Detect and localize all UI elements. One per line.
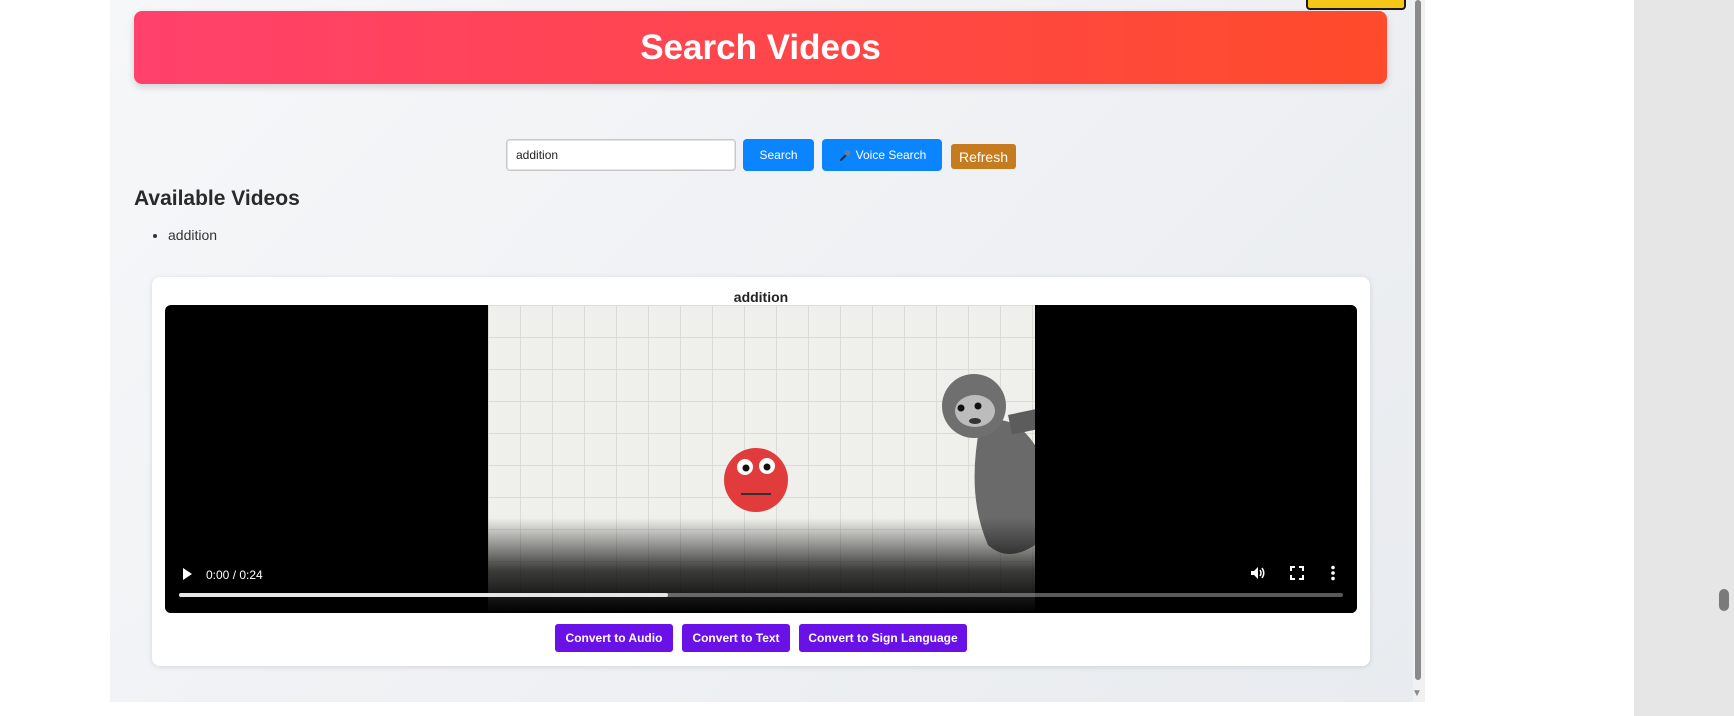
convert-to-audio-label: Convert to Audio xyxy=(565,631,663,645)
time-display: 0:00 / 0:24 xyxy=(206,568,263,582)
header-banner: Search Videos xyxy=(134,11,1387,84)
page-title: Search Videos xyxy=(640,27,881,67)
convert-to-sign-language-label: Convert to Sign Language xyxy=(808,631,958,645)
inner-scrollbar-thumb[interactable] xyxy=(1415,0,1421,680)
video-player[interactable]: 0:00 / 0:24 xyxy=(165,305,1357,613)
video-controls-bar xyxy=(165,518,1357,613)
video-progress-fill xyxy=(179,593,668,597)
convert-to-audio-button[interactable]: Convert to Audio xyxy=(555,624,673,652)
convert-to-sign-language-button[interactable]: Convert to Sign Language xyxy=(799,624,967,652)
convert-to-text-label: Convert to Text xyxy=(692,631,780,645)
search-button-label: Search xyxy=(759,148,798,162)
scroll-down-arrow-icon[interactable]: ▼ xyxy=(1410,688,1424,700)
refresh-button[interactable]: Refresh xyxy=(951,144,1016,169)
more-icon[interactable] xyxy=(1330,565,1336,581)
play-icon[interactable] xyxy=(180,567,194,581)
outer-scrollbar-thumb[interactable] xyxy=(1719,589,1729,611)
voice-search-label: Voice Search xyxy=(855,148,927,162)
search-button[interactable]: Search xyxy=(743,139,814,171)
microphone-icon xyxy=(839,150,850,161)
list-item[interactable]: addition xyxy=(168,227,217,243)
video-title: addition xyxy=(733,289,789,305)
video-list: addition xyxy=(156,227,217,243)
video-progress-bar[interactable] xyxy=(179,593,1343,597)
search-input[interactable] xyxy=(506,139,736,171)
volume-icon[interactable] xyxy=(1250,565,1266,581)
refresh-label: Refresh xyxy=(958,148,1009,165)
voice-search-button[interactable]: Voice Search xyxy=(822,139,942,171)
convert-to-text-button[interactable]: Convert to Text xyxy=(682,624,790,652)
fullscreen-icon[interactable] xyxy=(1290,566,1304,580)
available-videos-heading: Available Videos xyxy=(134,187,300,210)
top-partial-button[interactable] xyxy=(1306,0,1406,10)
video-card: addition 0:00 / 0:24 Convert to Audio Co… xyxy=(152,277,1370,666)
